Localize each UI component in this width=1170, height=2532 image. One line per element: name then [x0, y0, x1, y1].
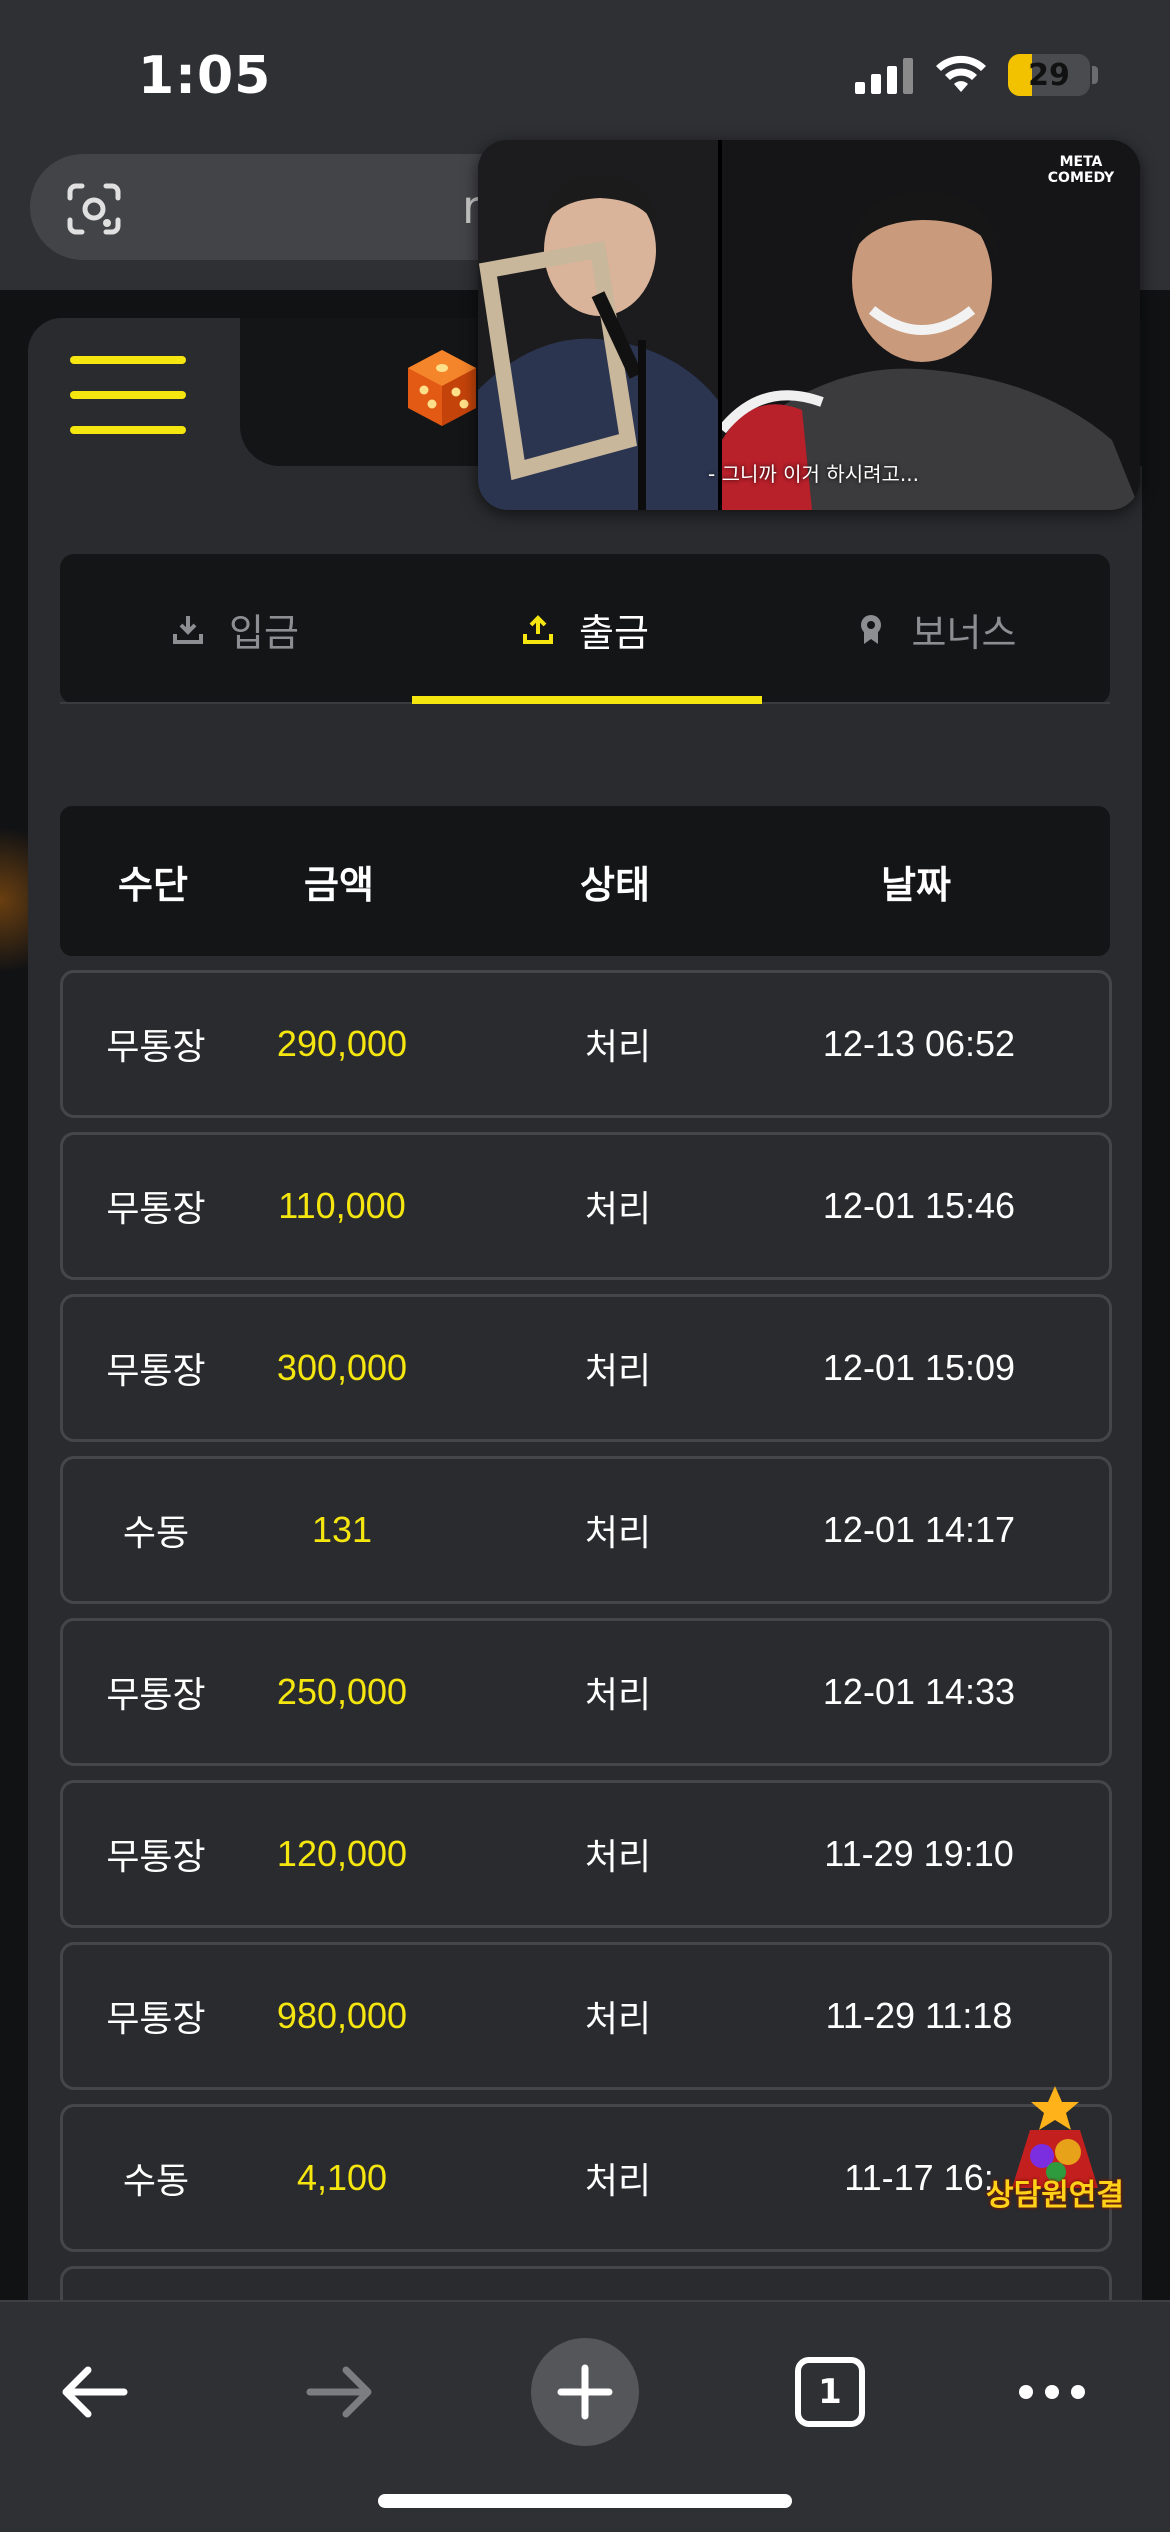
table-row: 무통장 980,000 처리 11-29 11:18	[60, 1942, 1112, 2090]
upload-icon	[523, 615, 554, 644]
clock: 1:05	[138, 46, 272, 106]
tab-label: 보너스	[911, 610, 1017, 655]
wifi-icon	[936, 55, 986, 92]
cell-method: 무통장	[106, 1674, 206, 1715]
cell-date: 12-13 06:52	[822, 1023, 1016, 1064]
active-tab-indicator	[412, 696, 762, 704]
more-menu-button[interactable]	[992, 2332, 1112, 2452]
cell-amount: 4,100	[296, 2157, 388, 2198]
tab-withdraw[interactable]: 출금	[410, 554, 760, 704]
cell-status: 처리	[584, 1998, 652, 2039]
table-row: 무통장 110,000 처리 12-01 15:46	[60, 1132, 1112, 1280]
cell-status: 처리	[584, 1026, 652, 1067]
tab-switcher-button[interactable]: 1	[770, 2332, 890, 2452]
battery-nub	[1092, 66, 1098, 84]
plus-icon	[557, 2364, 613, 2420]
header-date: 날짜	[881, 862, 951, 907]
cell-date: 12-01 14:17	[822, 1509, 1016, 1550]
battery-percent: 29	[1028, 57, 1070, 93]
status-bar: 1:05 29	[0, 0, 1170, 150]
pip-video[interactable]: META COMEDY - 그니까 이거 하시려고...	[478, 140, 1140, 510]
cell-status: 처리	[584, 1512, 652, 1553]
cell-method: 무통장	[106, 1998, 206, 2039]
badge-icon	[860, 615, 881, 644]
cell-amount: 110,000	[278, 1185, 406, 1226]
forward-arrow-icon	[306, 2366, 372, 2418]
header-status: 상태	[580, 862, 650, 907]
back-arrow-icon	[62, 2366, 128, 2418]
dice-logo-icon	[408, 350, 476, 426]
video-frame-left	[478, 140, 718, 510]
table-row: 무통장 250,000 처리 12-01 14:33	[60, 1618, 1112, 1766]
table-row: 수동 131 처리 12-01 14:17	[60, 1456, 1112, 1604]
transaction-tabs: 입금 출금 보너스	[60, 554, 1110, 704]
cell-date: 11-29 11:18	[825, 1995, 1013, 2036]
cell-date: 12-01 15:46	[822, 1185, 1016, 1226]
download-icon	[173, 616, 204, 644]
cell-amount: 250,000	[276, 1671, 408, 1712]
table-row: 무통장 300,000 처리 12-01 15:09	[60, 1294, 1112, 1442]
cell-date: 12-01 14:33	[822, 1671, 1016, 1712]
performer-right-image	[718, 140, 1140, 510]
cell-method: 무통장	[106, 1026, 206, 1067]
video-frame-right	[718, 140, 1140, 510]
cell-amount: 980,000	[276, 1995, 408, 2036]
cell-date: 11-29 19:10	[824, 1833, 1014, 1874]
forward-button[interactable]	[280, 2332, 400, 2452]
table-row: 수동 4,100 처리 11-17 16:	[60, 2104, 1112, 2252]
cell-amount: 300,000	[276, 1347, 408, 1388]
performer-left-image	[478, 140, 718, 510]
cell-method: 무통장	[106, 1836, 206, 1877]
support-chat-button[interactable]: 상담원연결	[980, 2080, 1130, 2230]
cell-method: 수동	[122, 1512, 190, 1553]
table-row: 무통장 290,000 처리 12-13 06:52	[60, 970, 1112, 1118]
header-method: 수단	[118, 862, 188, 907]
cellular-signal-icon	[855, 58, 913, 94]
back-button[interactable]	[34, 2332, 154, 2452]
video-caption: - 그니까 이거 하시려고...	[708, 462, 919, 486]
hamburger-menu-icon[interactable]	[70, 356, 186, 434]
home-indicator	[378, 2494, 792, 2508]
lens-camera-icon[interactable]	[66, 182, 122, 236]
tab-bonus[interactable]: 보너스	[760, 554, 1110, 704]
tab-label: 입금	[229, 610, 299, 655]
table-header: 수단 금액 상태 날짜	[60, 806, 1110, 956]
cell-status: 처리	[584, 1188, 652, 1229]
cell-method: 무통장	[106, 1350, 206, 1391]
support-label: 상담원연결	[986, 2178, 1124, 2213]
tab-label: 출금	[579, 610, 649, 655]
tab-count: 1	[795, 2357, 865, 2427]
channel-logo: META COMEDY	[1047, 154, 1115, 186]
cell-amount: 120,000	[276, 1833, 408, 1874]
cell-status: 처리	[584, 2160, 652, 2201]
more-dots-icon	[1019, 2385, 1085, 2399]
new-tab-button[interactable]	[531, 2338, 639, 2446]
cell-amount: 131	[311, 1509, 373, 1550]
side-glow	[0, 800, 30, 1000]
cell-method: 무통장	[106, 1188, 206, 1229]
table-row: 무통장 120,000 처리 11-29 19:10	[60, 1780, 1112, 1928]
cell-date: 12-01 15:09	[822, 1347, 1016, 1388]
tab-deposit[interactable]: 입금	[60, 554, 410, 704]
cell-method: 수동	[122, 2160, 190, 2201]
cell-amount: 290,000	[276, 1023, 408, 1064]
header-amount: 금액	[304, 862, 374, 907]
cell-status: 처리	[584, 1350, 652, 1391]
cell-status: 처리	[584, 1836, 652, 1877]
cell-status: 처리	[584, 1674, 652, 1715]
screen: 1:05 29 r 입금 출금 보너스 수단 금액 상태 날짜 무통장 290,…	[0, 0, 1170, 2532]
battery-icon: 29	[1008, 54, 1090, 96]
